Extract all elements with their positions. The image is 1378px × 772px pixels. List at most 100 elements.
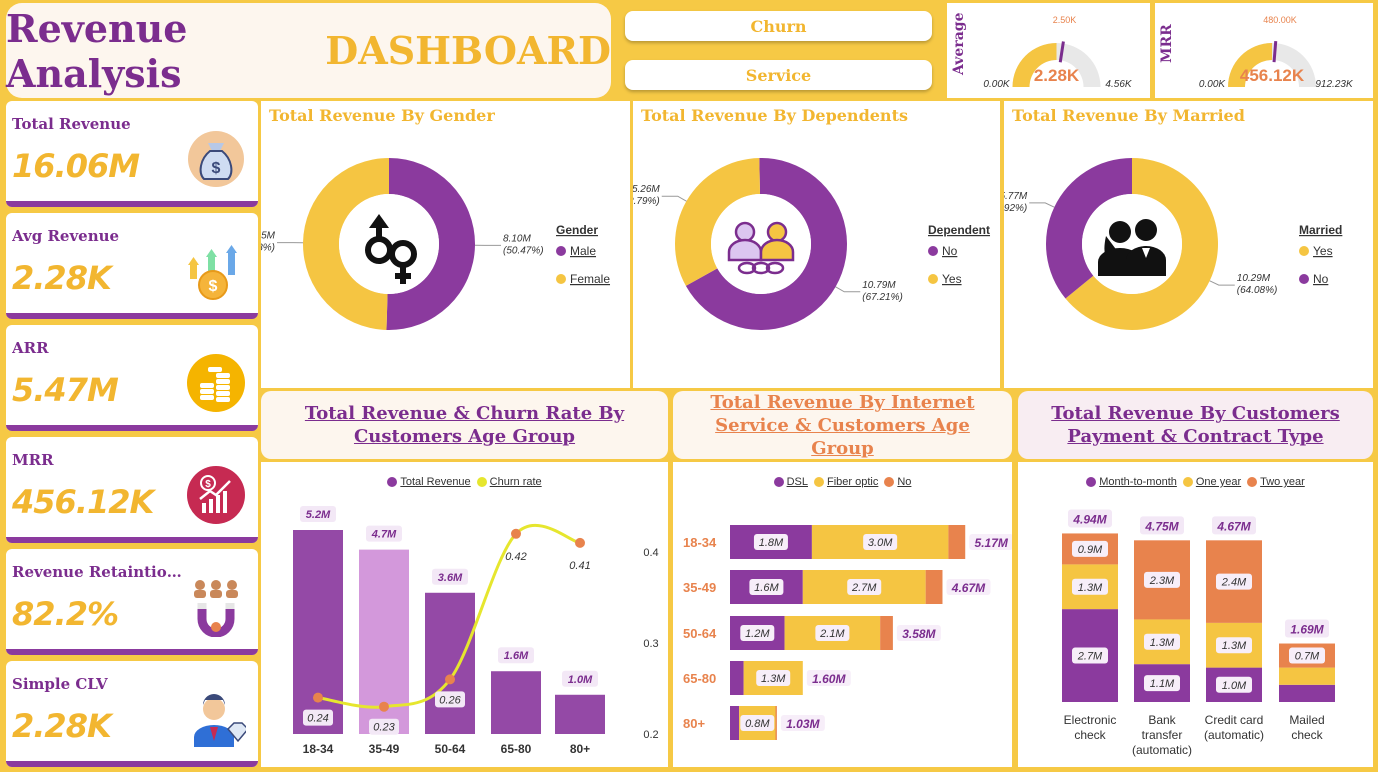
legend-item-month-to-month[interactable]: Month-to-month (1086, 476, 1177, 488)
magnet-customers-icon (186, 577, 246, 637)
gauge-target-label: 480.00K (1263, 15, 1297, 25)
donut-legend-item[interactable]: Female (570, 272, 610, 286)
average-gauge: 2.50K2.28K0.00K4.56K (947, 3, 1150, 98)
payment-chart-panel: Month-to-month One year Two year 2.7M1.3… (1018, 462, 1373, 767)
legend-item-no[interactable]: No (884, 476, 911, 488)
legend-item-fiber-optic[interactable]: Fiber optic (814, 476, 878, 488)
x-tick-label: check (1291, 728, 1323, 742)
kpi-value: 82.2% (12, 595, 118, 633)
customer-diamond-icon (186, 689, 246, 749)
ribbon-segment-dsl (730, 661, 744, 695)
ribbon-value-label: 1.2M (745, 628, 770, 640)
donut-legend-item[interactable]: No (1313, 272, 1329, 286)
stack-value-label: 0.7M (1295, 651, 1320, 663)
x-tick-label: (automatic) (1132, 743, 1192, 757)
ribbon-segment-no (926, 570, 943, 604)
stack-value-label: 0.9M (1078, 544, 1103, 556)
stack-total-label: 4.67M (1216, 519, 1251, 533)
x-tick-label: 18-34 (303, 742, 334, 756)
x-tick-label: (automatic) (1204, 728, 1264, 742)
title-accent: DASHBOARD (325, 28, 611, 73)
bar-value-label: 4.7M (371, 529, 397, 541)
internet-chart-panel: DSL Fiber optic No 18-341.8M3.0M5.17M35-… (673, 462, 1012, 767)
kpi-value: 2.28K (12, 707, 111, 745)
legend-dot (928, 246, 938, 256)
payment-section-header: Total Revenue By Customers Payment & Con… (1018, 391, 1373, 459)
stack-segment-month-to-month (1279, 685, 1335, 702)
donut-center (1082, 194, 1182, 294)
churn-value-label: 0.23 (373, 722, 395, 734)
donut-legend-title: Married (1299, 223, 1342, 237)
gauge-max-label: 4.56K (1105, 79, 1132, 90)
donut-legend-item[interactable]: No (942, 244, 958, 258)
stack-segment-one-year (1279, 668, 1335, 685)
churn-value-label: 0.41 (569, 560, 590, 572)
donut-legend-item[interactable]: Yes (942, 272, 962, 286)
average-gauge-card: Average 2.50K2.28K0.00K4.56K (947, 3, 1150, 98)
coin-growth-icon: $ (186, 241, 246, 301)
legend-item-total-revenue[interactable]: Total Revenue (387, 476, 470, 488)
ribbon-value-label: 3.0M (868, 537, 893, 549)
donut-legend-item[interactable]: Yes (1313, 244, 1333, 258)
donut-percent-label: (49.53%) (261, 243, 275, 254)
payment-chart-legend: Month-to-month One year Two year (1018, 476, 1373, 488)
revenue-bar (425, 593, 475, 734)
age-chart-panel: Total Revenue Churn rate 5.2M18-344.7M35… (261, 462, 668, 767)
bar-value-label: 1.6M (504, 650, 529, 662)
ribbon-total-label: 5.17M (975, 536, 1009, 550)
stack-value-label: 2.4M (1221, 577, 1247, 589)
gauge-value: 2.28K (1034, 66, 1080, 85)
stack-total-label: 1.69M (1290, 623, 1324, 637)
gauge-side-label: Average (951, 9, 969, 79)
age-section-header: Total Revenue & Churn Rate By Customers … (261, 391, 668, 459)
revenue-chart-icon: $ (186, 465, 246, 525)
service-page-button[interactable]: Service (625, 60, 932, 90)
donut-percent-label: (50.47%) (503, 245, 544, 256)
gauge-value: 456.12K (1240, 66, 1305, 85)
kpi-card: Simple CLV2.28K (6, 661, 258, 767)
kpi-value: 456.12K (12, 483, 153, 521)
churn-rate-point (575, 538, 585, 548)
stack-value-label: 2.7M (1077, 651, 1103, 663)
kpi-value: 5.47M (12, 371, 118, 409)
legend-item-one-year[interactable]: One year (1183, 476, 1241, 488)
payment-section-title: Total Revenue By Customers Payment & Con… (1046, 402, 1346, 448)
kpi-card: Avg Revenue2.28K$ (6, 213, 258, 319)
gauge-side-label: MRR (1159, 9, 1177, 79)
donut-value-label: 7.95M (261, 231, 276, 242)
married-chart-title: Total Revenue By Married (1012, 106, 1245, 125)
gauge-min-label: 0.00K (1199, 79, 1226, 90)
svg-text:$: $ (209, 278, 218, 295)
legend-item-churn-rate[interactable]: Churn rate (477, 476, 542, 488)
age-section-title: Total Revenue & Churn Rate By Customers … (267, 402, 662, 448)
stack-total-label: 4.94M (1072, 512, 1107, 526)
ribbon-value-label: 0.8M (745, 718, 770, 730)
kpi-label: Revenue Retaintion... (12, 563, 187, 581)
ribbon-segment-dsl (730, 706, 739, 740)
x-tick-label: transfer (1142, 728, 1183, 742)
churn-page-button[interactable]: Churn (625, 11, 932, 41)
ribbon-value-label: 1.3M (761, 673, 786, 685)
x-tick-label: Credit card (1205, 713, 1264, 727)
gauge-max-label: 912.23K (1315, 79, 1354, 90)
churn-rate-point (445, 674, 455, 684)
kpi-accent-bar (6, 313, 258, 319)
legend-dot (1299, 274, 1309, 284)
ribbon-total-label: 4.67M (951, 581, 986, 595)
y2-tick-label: 0.2 (643, 729, 658, 741)
y2-tick-label: 0.3 (643, 638, 658, 650)
ribbon-segment-no (880, 616, 893, 650)
kpi-accent-bar (6, 425, 258, 431)
donut-value-label: 10.79M (862, 280, 896, 291)
dependents-panel: Total Revenue By Dependents 10.79M(67.21… (633, 101, 1000, 388)
stack-value-label: 1.0M (1222, 680, 1247, 692)
x-tick-label: Bank (1148, 713, 1176, 727)
kpi-card: MRR456.12K$ (6, 437, 258, 543)
kpi-accent-bar (6, 649, 258, 655)
kpi-value: 16.06M (12, 147, 139, 185)
x-tick-label: Mailed (1289, 713, 1324, 727)
donut-legend-item[interactable]: Male (570, 244, 596, 258)
donut-percent-label: (35.92%) (1004, 203, 1027, 214)
legend-item-dsl[interactable]: DSL (774, 476, 808, 488)
legend-item-two-year[interactable]: Two year (1247, 476, 1305, 488)
